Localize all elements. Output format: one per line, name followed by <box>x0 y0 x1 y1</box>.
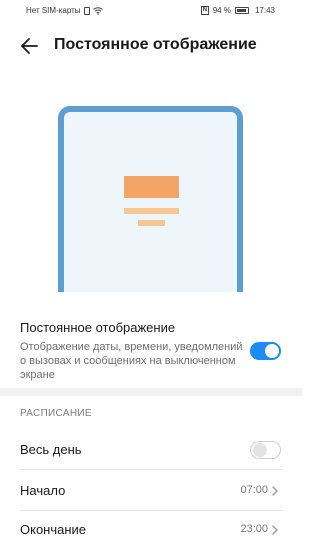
end-time-row[interactable]: Окончание 23:00 <box>0 510 302 550</box>
row-divider <box>20 469 282 470</box>
all-day-row[interactable]: Весь день <box>0 430 302 470</box>
preview-clock-block <box>124 176 179 198</box>
wifi-icon <box>92 6 103 15</box>
chevron-right-icon <box>272 486 278 496</box>
aod-toggle-switch[interactable] <box>250 342 281 360</box>
toggle-knob <box>253 443 267 457</box>
section-divider <box>0 388 302 396</box>
toggle-knob <box>265 344 279 358</box>
all-day-toggle-switch[interactable] <box>250 441 281 459</box>
status-left: Нет SIM-карты <box>26 6 103 15</box>
end-time-value: 23:00 <box>240 523 268 535</box>
status-bar: Нет SIM-карты N 94 % 17:43 <box>0 0 302 22</box>
carrier-text: Нет SIM-карты <box>26 6 81 15</box>
schedule-section-label: РАСПИСАНИЕ <box>20 408 92 419</box>
preview-info-line <box>138 220 165 226</box>
start-time-label: Начало <box>20 483 66 498</box>
chevron-right-icon <box>272 525 278 535</box>
all-day-label: Весь день <box>20 442 82 457</box>
aod-setting-row[interactable]: Постоянное отображение Отображение даты,… <box>0 316 302 386</box>
aod-setting-description: Отображение даты, времени, уведомлений о… <box>20 341 243 381</box>
battery-icon <box>234 7 249 14</box>
battery-percent: 94 % <box>212 6 231 15</box>
nfc-icon: N <box>200 6 209 15</box>
aod-setting-title: Постоянное отображение <box>20 320 176 335</box>
end-time-label: Окончание <box>20 522 87 537</box>
status-right: N 94 % 17:43 <box>200 6 275 15</box>
aod-preview-illustration <box>58 106 243 292</box>
sim-card-icon <box>83 6 90 15</box>
clock-time: 17:43 <box>254 6 275 15</box>
page-title: Постоянное отображение <box>54 36 257 53</box>
start-time-value: 07:00 <box>240 484 268 496</box>
preview-date-line <box>124 208 179 214</box>
start-time-row[interactable]: Начало 07:00 <box>0 471 302 511</box>
app-header: Постоянное отображение <box>0 24 302 68</box>
arrow-left-icon[interactable] <box>20 36 40 56</box>
